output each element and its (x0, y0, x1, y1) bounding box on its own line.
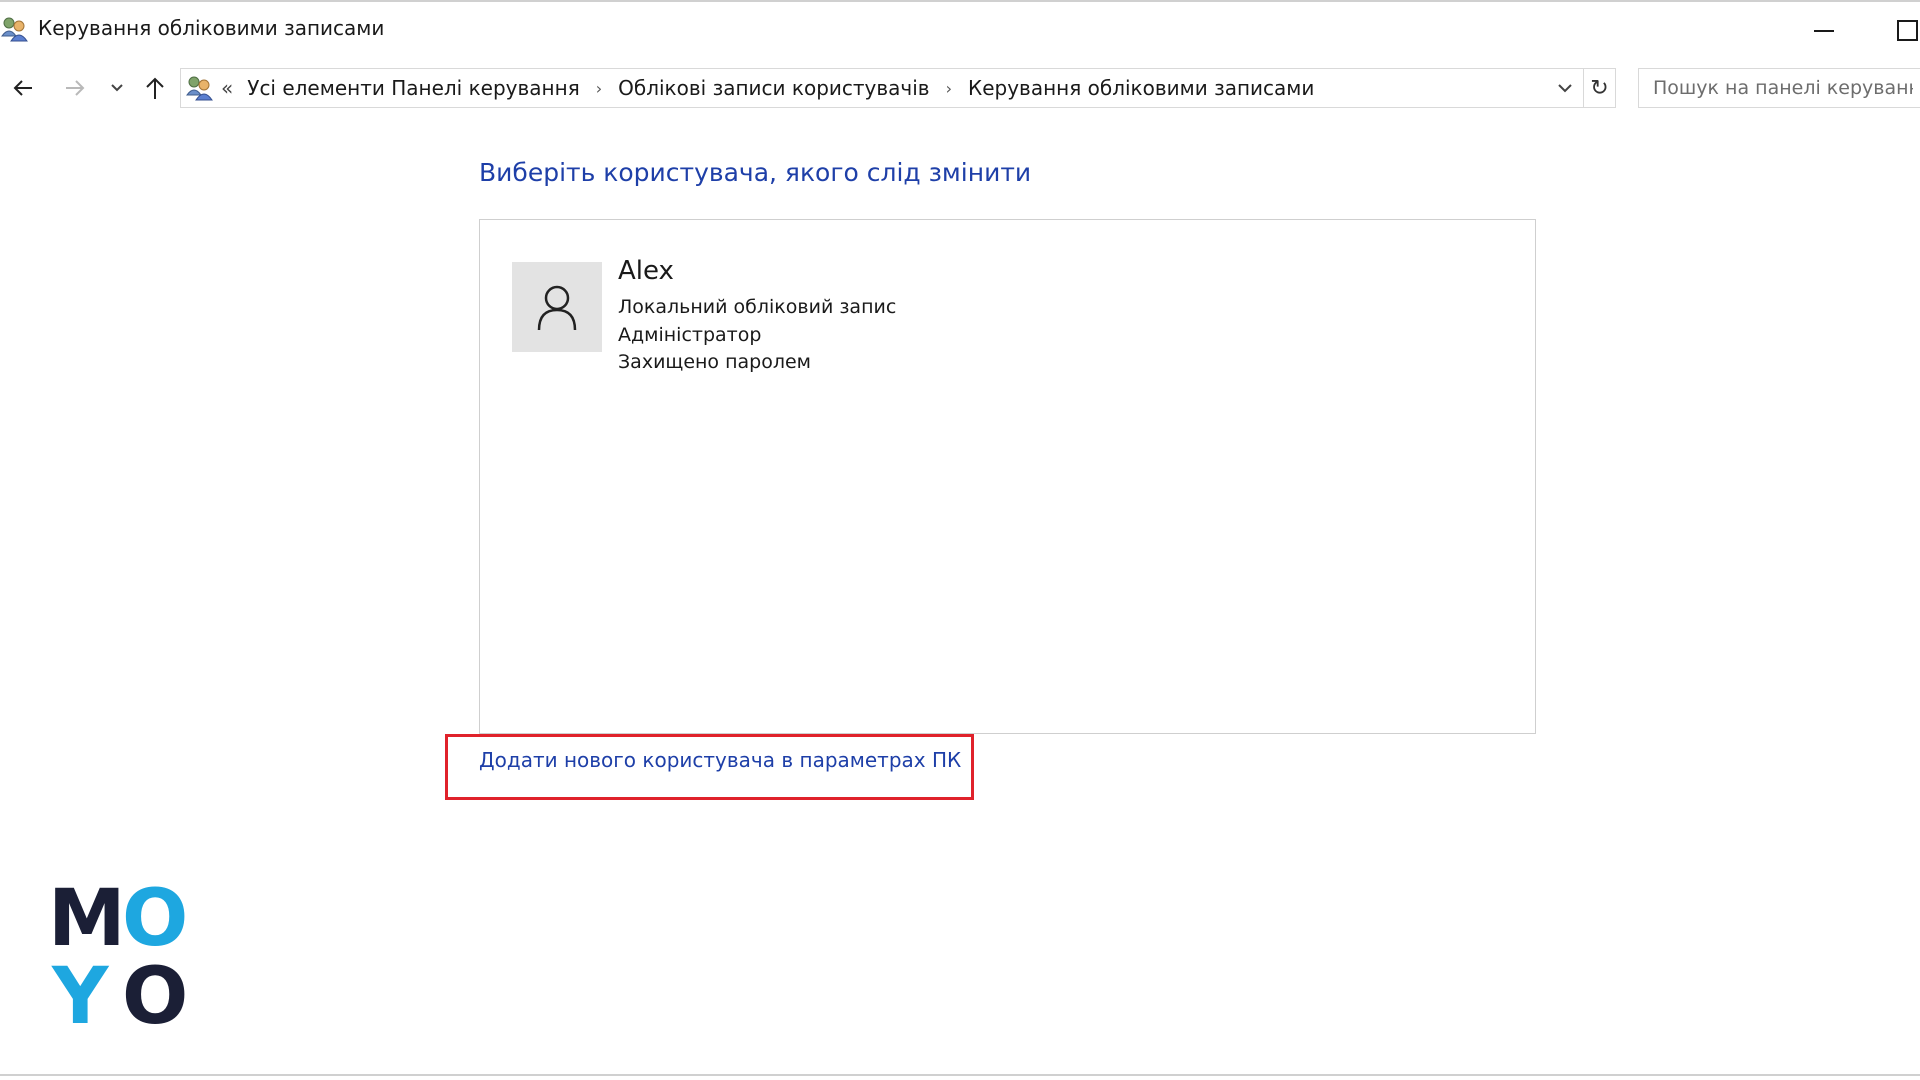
user-name: Alex (618, 256, 674, 286)
window-title: Керування обліковими записами (38, 16, 385, 40)
refresh-button[interactable]: ↻ (1583, 69, 1615, 107)
breadcrumb-separator-icon[interactable]: › (596, 79, 602, 98)
logo-letter: O (122, 874, 189, 964)
address-dropdown-button[interactable] (1547, 69, 1583, 107)
window-bottom-edge (0, 1074, 1920, 1076)
breadcrumb: « Усі елементи Панелі керування › Обліко… (221, 69, 1314, 107)
user-tile-alex[interactable]: Alex Локальний обліковий запис Адміністр… (512, 256, 952, 373)
moyo-logo: M O Y O (48, 880, 188, 1040)
users-icon (1, 17, 28, 42)
arrow-left-icon (13, 80, 32, 96)
page-heading: Виберіть користувача, якого слід змінити (479, 158, 1032, 187)
arrow-up-icon (146, 77, 164, 99)
user-icon (537, 285, 577, 331)
user-account-type: Локальний обліковий запис (618, 296, 897, 318)
breadcrumb-item-manage-accounts[interactable]: Керування обліковими записами (968, 76, 1314, 100)
breadcrumb-item-all-control-panel-items[interactable]: Усі елементи Панелі керування (247, 76, 579, 100)
breadcrumb-separator-icon[interactable]: › (946, 79, 952, 98)
users-list-panel: Alex Локальний обліковий запис Адміністр… (479, 219, 1536, 734)
address-bar[interactable]: « Усі елементи Панелі керування › Обліко… (180, 68, 1616, 108)
arrow-right-icon (66, 80, 85, 96)
add-new-user-link[interactable]: Додати нового користувача в параметрах П… (479, 748, 961, 772)
user-role: Адміністратор (618, 324, 762, 346)
breadcrumb-item-user-accounts[interactable]: Облікові записи користувачів (618, 76, 929, 100)
search-input[interactable] (1638, 68, 1920, 108)
up-button[interactable] (138, 72, 172, 104)
users-icon (186, 76, 213, 101)
logo-letter: Y (52, 952, 109, 1042)
maximize-button[interactable] (1870, 2, 1920, 58)
recent-locations-button[interactable] (104, 72, 130, 104)
chevron-down-icon (111, 84, 123, 92)
back-button[interactable] (4, 72, 42, 104)
user-protection-status: Захищено паролем (618, 351, 812, 373)
minimize-button[interactable] (1790, 2, 1860, 58)
avatar (512, 262, 602, 352)
title-bar: Керування обліковими записами (0, 0, 1920, 56)
logo-letter: O (122, 952, 189, 1042)
refresh-icon: ↻ (1590, 75, 1609, 101)
navigation-bar: « Усі елементи Панелі керування › Обліко… (0, 62, 1920, 114)
logo-letter: M (48, 874, 126, 964)
forward-button[interactable] (56, 72, 94, 104)
chevron-down-icon (1558, 84, 1572, 93)
breadcrumb-overflow-button[interactable]: « (221, 76, 233, 100)
